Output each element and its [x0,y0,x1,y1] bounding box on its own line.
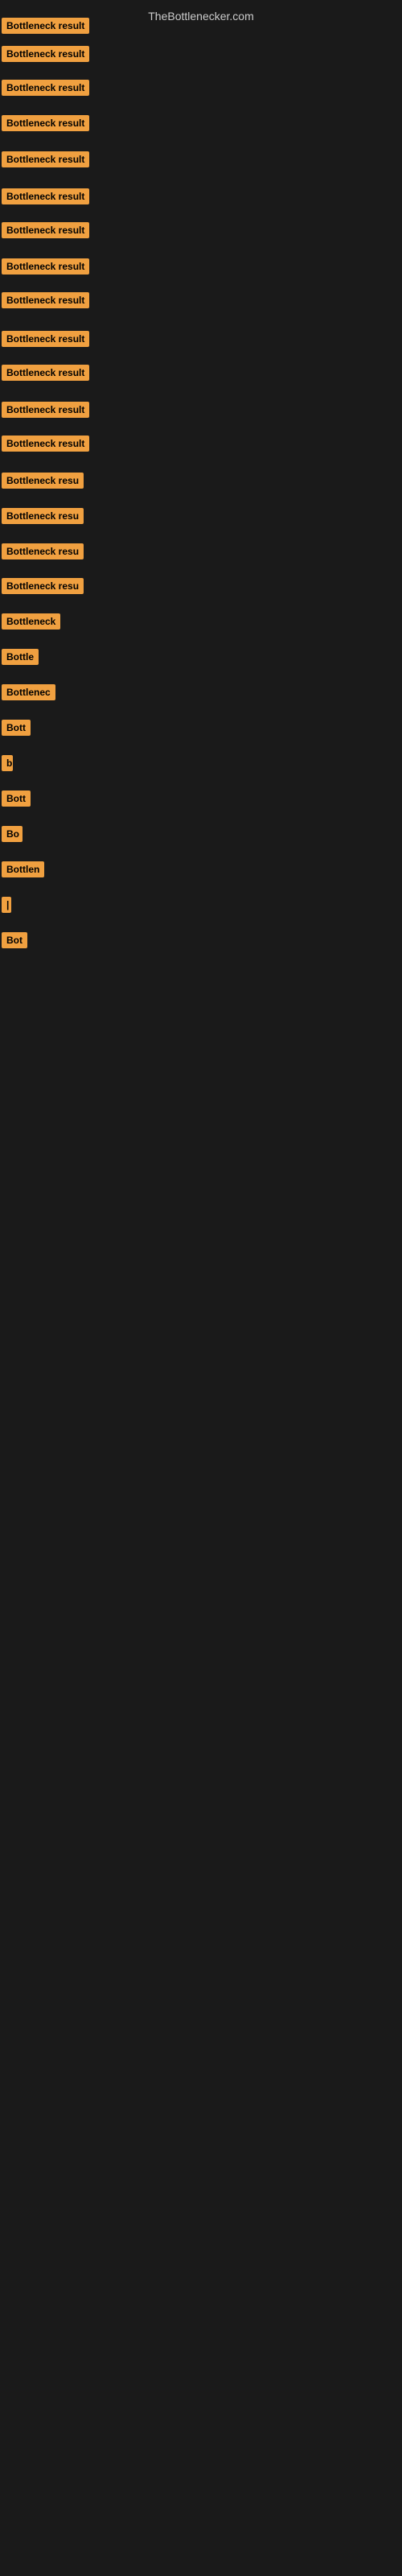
bottleneck-label-25[interactable]: Bottlen [2,861,44,877]
bottleneck-label-14[interactable]: Bottleneck resu [2,473,84,489]
bottleneck-label-6[interactable]: Bottleneck result [2,188,89,204]
bottleneck-row-12: Bottleneck result [2,402,89,422]
bottleneck-label-12[interactable]: Bottleneck result [2,402,89,418]
bottleneck-row-13: Bottleneck result [2,436,89,456]
bottleneck-row-1: Bottleneck result [2,18,89,38]
bottleneck-row-19: Bottle [2,649,39,669]
bottleneck-row-14: Bottleneck resu [2,473,84,493]
bottleneck-label-26[interactable]: | [2,897,11,913]
bottleneck-label-7[interactable]: Bottleneck result [2,222,89,238]
bottleneck-row-20: Bottlenec [2,684,55,704]
bottleneck-row-18: Bottleneck [2,613,60,634]
bottleneck-label-11[interactable]: Bottleneck result [2,365,89,381]
bottleneck-label-3[interactable]: Bottleneck result [2,80,89,96]
bottleneck-label-17[interactable]: Bottleneck resu [2,578,84,594]
bottleneck-label-15[interactable]: Bottleneck resu [2,508,84,524]
bottleneck-label-23[interactable]: Bott [2,791,31,807]
bottleneck-row-10: Bottleneck result [2,331,89,351]
bottleneck-label-1[interactable]: Bottleneck result [2,18,89,34]
bottleneck-label-18[interactable]: Bottleneck [2,613,60,630]
bottleneck-row-27: Bot [2,932,27,952]
bottleneck-label-27[interactable]: Bot [2,932,27,948]
bottleneck-label-20[interactable]: Bottlenec [2,684,55,700]
bottleneck-row-4: Bottleneck result [2,115,89,135]
bottleneck-row-15: Bottleneck resu [2,508,84,528]
bottleneck-label-19[interactable]: Bottle [2,649,39,665]
bottleneck-row-17: Bottleneck resu [2,578,84,598]
bottleneck-row-11: Bottleneck result [2,365,89,385]
bottleneck-row-9: Bottleneck result [2,292,89,312]
bottleneck-row-2: Bottleneck result [2,46,89,66]
bottleneck-label-10[interactable]: Bottleneck result [2,331,89,347]
bottleneck-row-7: Bottleneck result [2,222,89,242]
bottleneck-label-13[interactable]: Bottleneck result [2,436,89,452]
bottleneck-row-23: Bott [2,791,31,811]
bottleneck-row-5: Bottleneck result [2,151,89,171]
bottleneck-label-4[interactable]: Bottleneck result [2,115,89,131]
bottleneck-label-24[interactable]: Bo [2,826,23,842]
bottleneck-row-24: Bo [2,826,23,846]
bottleneck-label-5[interactable]: Bottleneck result [2,151,89,167]
bottleneck-row-3: Bottleneck result [2,80,89,100]
bottleneck-row-25: Bottlen [2,861,44,881]
bottleneck-row-21: Bott [2,720,31,740]
bottleneck-label-22[interactable]: b [2,755,13,771]
bottleneck-label-9[interactable]: Bottleneck result [2,292,89,308]
bottleneck-row-6: Bottleneck result [2,188,89,208]
bottleneck-row-16: Bottleneck resu [2,543,84,564]
bottleneck-label-8[interactable]: Bottleneck result [2,258,89,275]
bottleneck-label-21[interactable]: Bott [2,720,31,736]
bottleneck-label-2[interactable]: Bottleneck result [2,46,89,62]
bottleneck-row-26: | [2,897,11,917]
bottleneck-label-16[interactable]: Bottleneck resu [2,543,84,559]
bottleneck-row-8: Bottleneck result [2,258,89,279]
bottleneck-row-22: b [2,755,13,775]
